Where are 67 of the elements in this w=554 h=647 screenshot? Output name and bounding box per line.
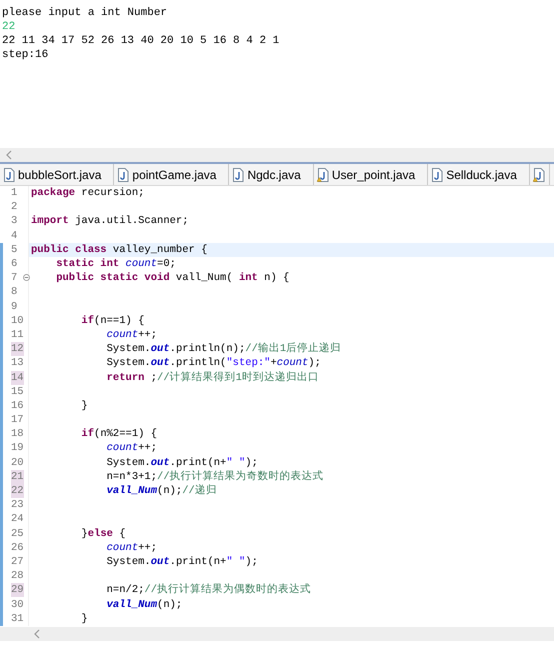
line-number: 28: [11, 569, 24, 584]
line-number: 29: [11, 583, 24, 598]
code-line: public static void vall_Num( int n) {: [55, 271, 290, 286]
line-number: 6: [11, 257, 18, 272]
line-number: 16: [11, 398, 24, 413]
output-text: 22 11 34 17 52 26 13 40 20 10 5 16 8 4 2 1: [1, 34, 280, 48]
line-number: 11: [11, 328, 24, 342]
code-line: if(n%2==1) {: [80, 427, 158, 442]
line-number: 31: [11, 612, 24, 626]
line-number: 7: [11, 271, 18, 286]
code-line: import java.util.Scanner;: [30, 214, 189, 228]
code-line: }: [80, 398, 88, 413]
line-number: 12: [11, 342, 24, 356]
code-line: count++;: [106, 540, 158, 555]
line-number: 10: [11, 314, 24, 328]
code-line: System.out.print(n+" ");: [106, 456, 258, 470]
code-line: n=n/2;//执行计算结果为偶数时的表达式: [106, 583, 312, 598]
line-number: 27: [11, 554, 24, 569]
code-line: vall_Num(n);//递归: [106, 484, 217, 498]
line-number: 4: [11, 228, 18, 243]
code-line: return ;//计算结果得到1时到达递归出口: [106, 370, 319, 385]
code-line: count++;: [106, 328, 158, 342]
line-number: 24: [11, 512, 24, 526]
code-line: n=n*3+1;//执行计算结果为奇数时的表达式: [106, 470, 324, 484]
collapse-icon[interactable]: [23, 274, 30, 282]
scroll-left-icon[interactable]: [34, 629, 40, 639]
editor-tab[interactable]: User_point.java: [314, 164, 428, 185]
horizontal-scrollbar[interactable]: [0, 627, 554, 641]
code-line: static int count=0;: [55, 257, 176, 272]
line-number: 23: [11, 498, 24, 512]
output-text: step:16: [1, 48, 48, 62]
horizontal-scrollbar[interactable]: [0, 148, 554, 162]
editor-tab[interactable]: bubbleSort.java: [0, 164, 114, 185]
line-number: 18: [11, 427, 24, 442]
line-number: 2: [11, 200, 18, 214]
code-line: }: [80, 612, 88, 626]
line-number: 8: [11, 285, 18, 300]
line-number: 30: [11, 598, 24, 612]
line-number: 20: [11, 456, 24, 470]
code-line: System.out.print(n+" ");: [106, 554, 258, 569]
editor-tab[interactable]: Ngdc.java: [229, 164, 314, 185]
line-number: 1: [11, 186, 18, 200]
code-line: vall_Num(n);: [106, 598, 182, 612]
output-text: please input a int Number: [1, 6, 168, 20]
line-number: 5: [11, 242, 18, 257]
editor-tab[interactable]: pointGame.java: [114, 164, 230, 185]
input-text: 22: [1, 20, 16, 34]
line-number: 15: [11, 384, 24, 399]
line-number: 22: [11, 484, 24, 498]
line-number: 17: [11, 413, 24, 428]
line-number: 19: [11, 441, 24, 456]
code-line: System.out.println(n);//输出1后停止递归: [106, 342, 342, 356]
code-line: package recursion;: [30, 186, 144, 200]
line-number: 9: [11, 300, 18, 314]
code-line: count++;: [106, 441, 158, 456]
code-line: System.out.println("step:"+count);: [106, 356, 321, 370]
code-line: if(n==1) {: [80, 314, 144, 328]
scroll-left-icon[interactable]: [6, 150, 12, 160]
line-number: 13: [11, 356, 24, 370]
line-number: 21: [11, 470, 24, 484]
line-number: 26: [11, 540, 24, 555]
line-number: 14: [11, 370, 24, 385]
code-line: public class valley_number {: [30, 242, 208, 257]
editor-tab[interactable]: Sellduck.java: [428, 164, 530, 185]
code-line: }else {: [80, 526, 126, 541]
line-number: 25: [11, 526, 24, 541]
line-number: 3: [11, 214, 18, 228]
